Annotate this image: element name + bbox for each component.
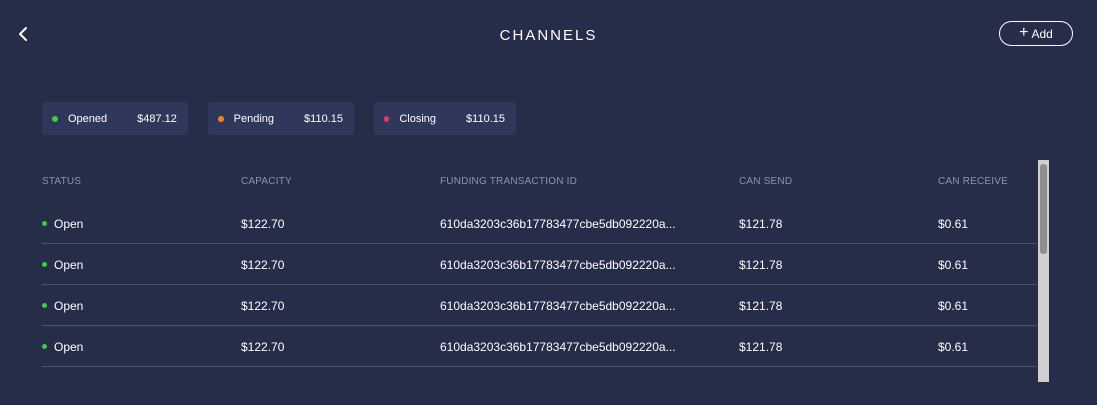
summary-amount: $110.15 [466, 112, 505, 125]
table-row[interactable]: Open $122.70 610da3203c36b17783477cbe5db… [42, 203, 1037, 244]
txid-cell: 610da3203c36b17783477cbe5db092220a... [440, 299, 676, 313]
can-send-cell: $121.78 [739, 217, 783, 231]
status-cell: Open [42, 217, 83, 231]
status-dot-open [42, 344, 47, 350]
summary-label: Opened [68, 112, 108, 125]
status-cell: Open [42, 340, 83, 354]
column-header-capacity[interactable]: CAPACITY [241, 176, 292, 187]
summary-label: Pending [233, 112, 275, 125]
can-send-cell: $121.78 [739, 258, 783, 272]
table-row[interactable]: Open $122.70 610da3203c36b17783477cbe5db… [42, 244, 1037, 285]
page-title: CHANNELS [499, 27, 598, 44]
can-receive-cell: $0.61 [938, 299, 969, 313]
can-send-cell: $121.78 [739, 299, 783, 313]
channel-summary: Opened $487.12 Pending $110.15 Closing $… [42, 102, 516, 135]
summary-amount: $487.12 [137, 112, 177, 125]
status-dot-opened [52, 115, 58, 122]
status-text: Open [54, 340, 84, 354]
can-receive-cell: $0.61 [938, 258, 969, 272]
status-text: Open [54, 258, 84, 272]
summary-label: Closing [399, 112, 437, 125]
table-row[interactable]: Open $122.70 610da3203c36b17783477cbe5db… [42, 285, 1037, 326]
capacity-cell: $122.70 [241, 340, 285, 354]
status-text: Open [54, 217, 84, 231]
status-dot-open [42, 303, 47, 309]
can-receive-cell: $0.61 [938, 217, 969, 231]
table-scrollbar[interactable] [1038, 160, 1049, 382]
txid-cell: 610da3203c36b17783477cbe5db092220a... [440, 340, 676, 354]
summary-card-pending: Pending $110.15 [208, 102, 354, 135]
capacity-cell: $122.70 [241, 217, 285, 231]
table-row[interactable]: Open $122.70 610da3203c36b17783477cbe5db… [42, 326, 1037, 367]
summary-amount: $110.15 [304, 112, 343, 125]
add-channel-button[interactable]: + Add [999, 21, 1073, 46]
status-dot-pending [218, 115, 224, 122]
can-receive-cell: $0.61 [938, 340, 969, 354]
status-text: Open [54, 299, 84, 313]
plus-icon: + [1019, 24, 1029, 41]
column-header-can-send[interactable]: CAN SEND [739, 176, 792, 187]
channels-page: CHANNELS + Add Opened $487.12 Pending $1… [0, 0, 1097, 405]
channels-table: STATUS CAPACITY FUNDING TRANSACTION ID C… [42, 160, 1049, 382]
status-dot-closing [384, 115, 390, 122]
capacity-cell: $122.70 [241, 299, 285, 313]
summary-card-closing: Closing $110.15 [374, 102, 516, 135]
column-header-can-receive[interactable]: CAN RECEIVE [938, 176, 1008, 187]
add-button-label: Add [1031, 26, 1053, 41]
scrollbar-thumb[interactable] [1040, 164, 1047, 254]
capacity-cell: $122.70 [241, 258, 285, 272]
status-dot-open [42, 221, 47, 227]
status-dot-open [42, 262, 47, 268]
status-cell: Open [42, 299, 83, 313]
column-header-funding-txid[interactable]: FUNDING TRANSACTION ID [440, 176, 577, 187]
column-header-status[interactable]: STATUS [42, 176, 81, 187]
txid-cell: 610da3203c36b17783477cbe5db092220a... [440, 217, 676, 231]
can-send-cell: $121.78 [739, 340, 783, 354]
status-cell: Open [42, 258, 83, 272]
txid-cell: 610da3203c36b17783477cbe5db092220a... [440, 258, 676, 272]
summary-card-opened: Opened $487.12 [42, 102, 188, 135]
